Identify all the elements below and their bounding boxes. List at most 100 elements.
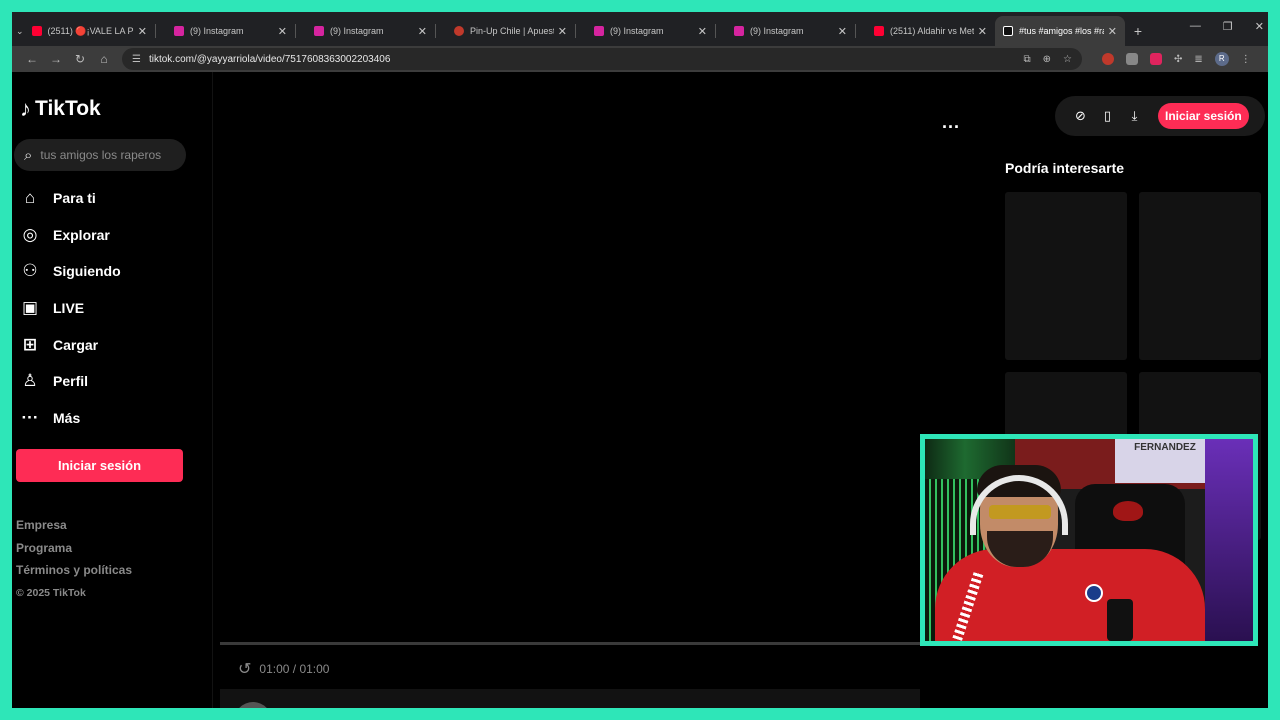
sidebar-item-cargar[interactable]: ⊞ Cargar bbox=[20, 326, 121, 363]
search-placeholder: tus amigos los raperos bbox=[40, 148, 162, 162]
footer-link[interactable]: Programa bbox=[16, 541, 132, 564]
screen-frame: ⌄ (2511) 🔴¡VALE LA PENA ✕ (9) Instagram … bbox=[12, 12, 1268, 708]
browser-toolbar: ← → ↻ ⌂ ☰ tiktok.com/@yayyarriola/video/… bbox=[12, 46, 1268, 72]
reading-list-icon[interactable]: ≣ bbox=[1194, 54, 1202, 65]
header-login-button[interactable]: Iniciar sesión bbox=[1158, 103, 1249, 129]
tab-close-icon[interactable]: ✕ bbox=[558, 25, 567, 38]
reload-icon[interactable]: ↻ bbox=[68, 52, 92, 66]
suggested-video-thumbnail[interactable] bbox=[1139, 192, 1261, 360]
tab-close-icon[interactable]: ✕ bbox=[838, 25, 847, 38]
browser-tab[interactable]: (9) Instagram ✕ bbox=[156, 16, 295, 46]
instagram-favicon-icon bbox=[734, 26, 744, 36]
search-input[interactable]: ⌕ tus amigos los raperos bbox=[14, 139, 186, 171]
window-close-icon[interactable]: ✕ bbox=[1255, 20, 1264, 33]
chair-logo-icon bbox=[1113, 501, 1143, 521]
replay-icon[interactable]: ↺ bbox=[238, 659, 251, 679]
get-app-icon[interactable]: ▯ bbox=[1094, 108, 1121, 124]
tab-title: (2511) Aldahir vs Metalin bbox=[890, 26, 974, 36]
bookmark-star-icon[interactable]: ☆ bbox=[1063, 54, 1072, 65]
pinup-favicon-icon bbox=[454, 26, 464, 36]
footer-link[interactable]: Empresa bbox=[16, 518, 132, 541]
compass-icon: ◎ bbox=[22, 224, 38, 244]
extension-icon[interactable] bbox=[1150, 53, 1162, 65]
footer-link[interactable]: Términos y políticas bbox=[16, 563, 132, 586]
url-text[interactable]: tiktok.com/@yayyarriola/video/7517608363… bbox=[149, 54, 1012, 65]
more-options-icon[interactable]: ... bbox=[942, 112, 960, 133]
tab-close-icon[interactable]: ✕ bbox=[138, 25, 147, 38]
sidebar-item-siguiendo[interactable]: ⚇ Siguiendo bbox=[20, 253, 120, 290]
menu-kebab-icon[interactable]: ⋮ bbox=[1241, 54, 1251, 65]
tab-search-chevron-icon[interactable]: ⌄ bbox=[16, 26, 24, 37]
browser-tab-active[interactable]: #tus #amigos #los #rape ✕ bbox=[995, 16, 1125, 46]
live-icon: ▣ bbox=[21, 298, 39, 318]
sidebar-item-live[interactable]: ▣ LIVE bbox=[20, 290, 121, 327]
tab-title: (9) Instagram bbox=[330, 26, 384, 36]
sidebar-item-mas[interactable]: ··· Más bbox=[20, 400, 121, 437]
browser-tab[interactable]: (9) Instagram ✕ bbox=[716, 16, 855, 46]
minimize-icon[interactable]: — bbox=[1190, 20, 1201, 33]
webcam-overlay: FERNANDEZ bbox=[920, 434, 1258, 646]
login-button[interactable]: Iniciar sesión bbox=[16, 449, 183, 482]
browser-tab[interactable]: ⌄ (2511) 🔴¡VALE LA PENA ✕ bbox=[12, 16, 155, 46]
sidebar-item-label: Más bbox=[53, 409, 81, 426]
top-actions-bar: ⊘ ▯ ⤓ Iniciar sesión bbox=[1055, 96, 1265, 136]
following-icon: ⚇ bbox=[22, 261, 38, 281]
tab-close-icon[interactable]: ✕ bbox=[1108, 25, 1117, 38]
new-tab-button[interactable]: + bbox=[1125, 16, 1151, 46]
extensions-area: ✣ ≣ R ⋮ bbox=[1102, 52, 1251, 66]
zoom-icon[interactable]: ⊕ bbox=[1043, 54, 1051, 65]
tab-title: Pin-Up Chile | Apuestas y bbox=[470, 26, 554, 36]
video-time-display: ↺ 01:00 / 01:00 bbox=[238, 659, 329, 679]
home-icon: ⌂ bbox=[24, 188, 36, 208]
site-info-icon[interactable]: ☰ bbox=[132, 54, 141, 65]
tiktok-logo[interactable]: ♪ TikTok bbox=[20, 96, 101, 122]
sidebar-item-para-ti[interactable]: ⌂ Para ti bbox=[20, 180, 121, 217]
webcam-light bbox=[1205, 439, 1253, 641]
install-app-icon[interactable]: ⧉ bbox=[1024, 54, 1031, 65]
tab-title: (9) Instagram bbox=[190, 26, 244, 36]
suggestions-title: Podría interesarte bbox=[1005, 160, 1125, 176]
browser-tab[interactable]: (9) Instagram ✕ bbox=[576, 16, 715, 46]
sidebar-item-explorar[interactable]: ◎ Explorar bbox=[20, 217, 121, 254]
tab-close-icon[interactable]: ✕ bbox=[278, 25, 287, 38]
youtube-favicon-icon bbox=[31, 26, 42, 36]
profile-icon: ♙ bbox=[22, 371, 38, 391]
microphone-icon bbox=[1107, 599, 1133, 641]
sidebar-item-label: LIVE bbox=[53, 300, 85, 317]
instagram-favicon-icon bbox=[174, 26, 184, 36]
back-icon[interactable]: ← bbox=[20, 52, 44, 66]
address-bar[interactable]: ☰ tiktok.com/@yayyarriola/video/75176083… bbox=[122, 48, 1082, 70]
tab-close-icon[interactable]: ✕ bbox=[418, 25, 427, 38]
logo-text: TikTok bbox=[35, 97, 101, 120]
extension-icon[interactable] bbox=[1102, 53, 1114, 65]
tab-close-icon[interactable]: ✕ bbox=[698, 25, 707, 38]
tiktok-favicon-icon bbox=[1003, 26, 1013, 36]
youtube-favicon-icon bbox=[874, 26, 884, 36]
tiktok-note-icon: ♪ bbox=[20, 96, 31, 121]
home-icon[interactable]: ⌂ bbox=[92, 52, 116, 66]
suggested-video-thumbnail[interactable] bbox=[1005, 192, 1127, 360]
browser-tab-bar: ⌄ (2511) 🔴¡VALE LA PENA ✕ (9) Instagram … bbox=[12, 12, 1268, 46]
browser-tab[interactable]: Pin-Up Chile | Apuestas y ✕ bbox=[436, 16, 575, 46]
profile-avatar-icon[interactable]: R bbox=[1214, 52, 1229, 66]
sidebar-item-perfil[interactable]: ♙ Perfil bbox=[20, 363, 121, 400]
video-progress-bar[interactable] bbox=[220, 642, 960, 645]
window-controls: — ❐ ✕ bbox=[1190, 20, 1268, 33]
instagram-favicon-icon bbox=[314, 26, 324, 36]
team-crest-icon bbox=[1085, 584, 1103, 602]
extension-icon[interactable] bbox=[1126, 53, 1138, 65]
download-icon[interactable]: ⤓ bbox=[1121, 108, 1148, 124]
coins-icon[interactable]: ⊘ bbox=[1067, 108, 1094, 124]
browser-tab[interactable]: (2511) Aldahir vs Metalin ✕ bbox=[856, 16, 995, 46]
puzzle-extensions-icon[interactable]: ✣ bbox=[1174, 54, 1182, 65]
tab-close-icon[interactable]: ✕ bbox=[978, 25, 987, 38]
restore-icon[interactable]: ❐ bbox=[1223, 20, 1233, 33]
upload-icon: ⊞ bbox=[22, 334, 38, 354]
tab-title: #tus #amigos #los #rape bbox=[1019, 26, 1104, 36]
browser-tab[interactable]: (9) Instagram ✕ bbox=[296, 16, 435, 46]
forward-icon[interactable]: → bbox=[44, 52, 68, 66]
author-name[interactable]: yayyarriola bbox=[283, 706, 357, 708]
sidebar-nav: ⌂ Para ti ◎ Explorar ⚇ Siguiendo ▣ LIVE … bbox=[20, 180, 121, 436]
tab-title: (2511) 🔴¡VALE LA PENA bbox=[47, 25, 134, 36]
instagram-favicon-icon bbox=[594, 26, 604, 36]
